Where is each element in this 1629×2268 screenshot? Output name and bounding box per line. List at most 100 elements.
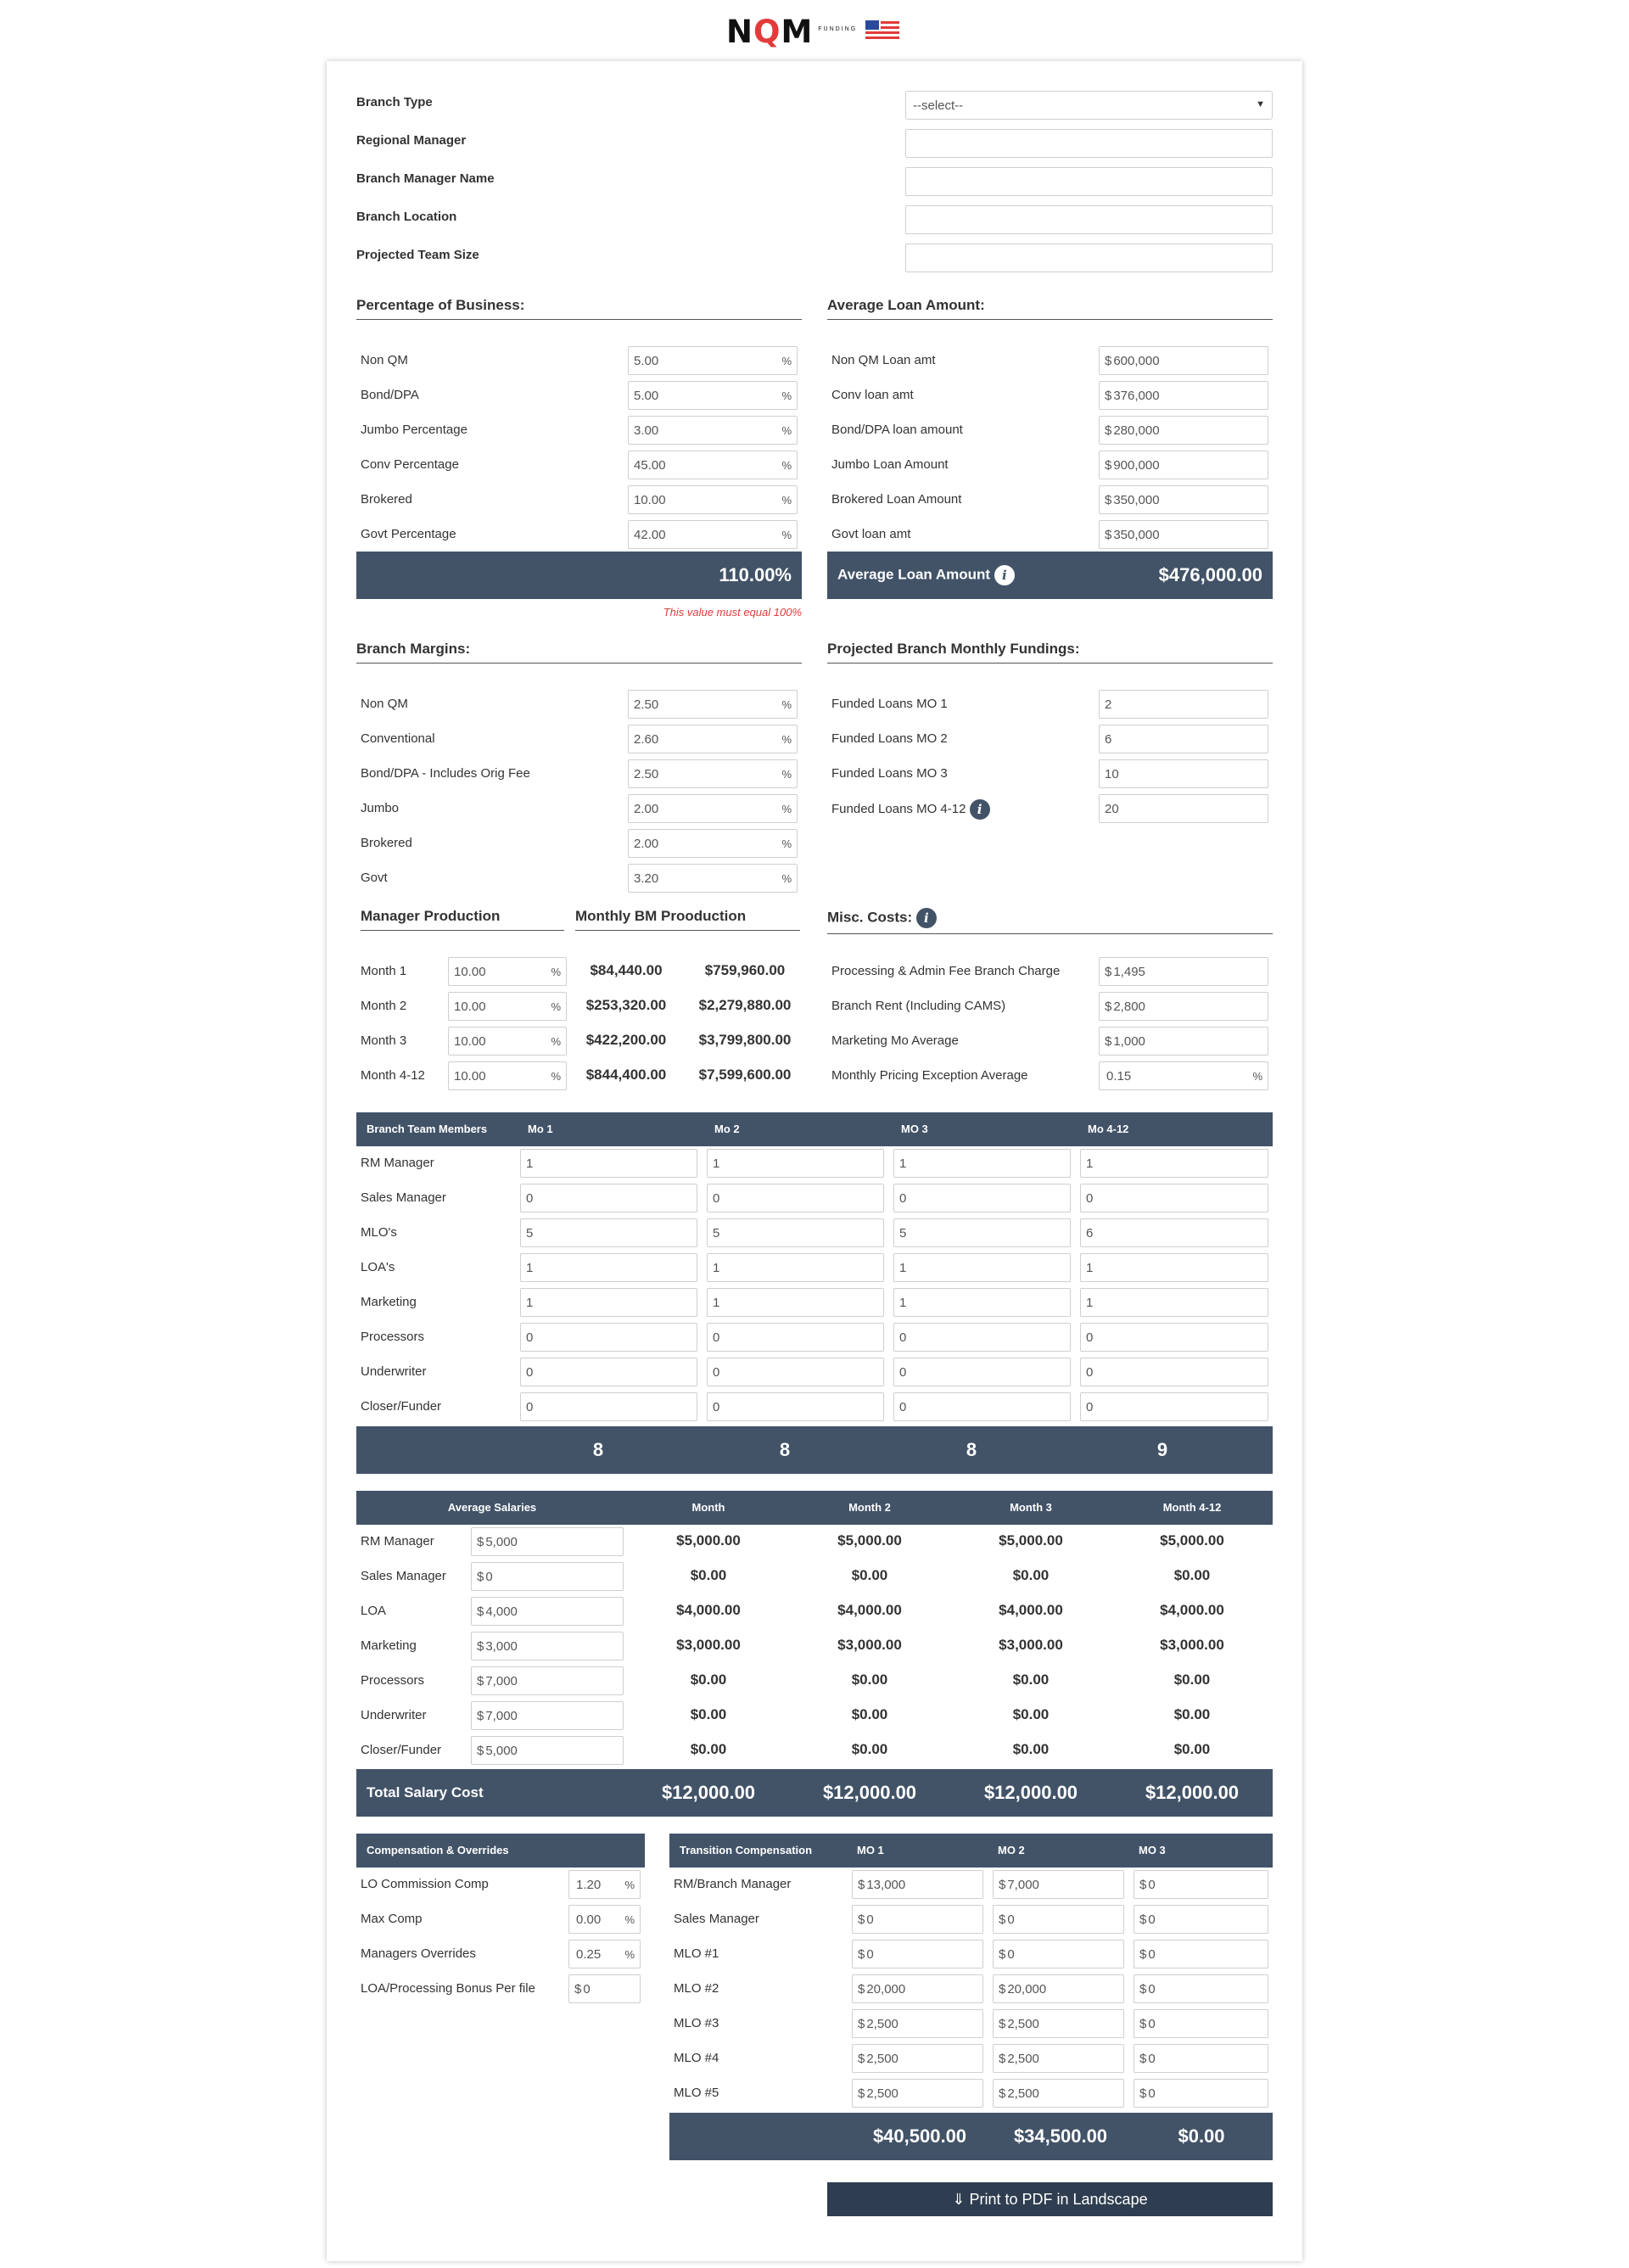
info-icon[interactable]: i bbox=[994, 565, 1015, 585]
transition-input[interactable]: $2,500 bbox=[993, 2009, 1124, 2038]
team-input[interactable]: 0 bbox=[1080, 1184, 1268, 1212]
team-input[interactable]: 1 bbox=[893, 1288, 1071, 1317]
salary-input[interactable]: $7,000 bbox=[471, 1666, 624, 1695]
loan-row-input[interactable]: $280,000 bbox=[1099, 416, 1268, 445]
info-icon[interactable]: i bbox=[915, 908, 937, 928]
team-input[interactable]: 1 bbox=[893, 1253, 1071, 1282]
team-input[interactable]: 0 bbox=[520, 1323, 697, 1352]
transition-input[interactable]: $2,500 bbox=[993, 2079, 1124, 2108]
loan-row-input[interactable]: $600,000 bbox=[1099, 346, 1268, 375]
team-input[interactable]: 0 bbox=[1080, 1358, 1268, 1386]
mgr-prod-input[interactable]: 10.00% bbox=[448, 1061, 567, 1090]
comp-input[interactable]: 1.20% bbox=[568, 1870, 641, 1899]
team-input[interactable]: 0 bbox=[893, 1392, 1071, 1421]
team-input[interactable]: 5 bbox=[893, 1218, 1071, 1247]
transition-input[interactable]: $2,500 bbox=[852, 2009, 983, 2038]
team-input[interactable]: 1 bbox=[707, 1288, 884, 1317]
team-input[interactable]: 1 bbox=[1080, 1253, 1268, 1282]
projected-team-size-input[interactable] bbox=[905, 244, 1273, 272]
team-input[interactable]: 0 bbox=[1080, 1323, 1268, 1352]
comp-input[interactable]: 0.00% bbox=[568, 1905, 641, 1934]
margin-row-input[interactable]: 3.20% bbox=[628, 864, 798, 893]
comp-input[interactable]: $0 bbox=[568, 1974, 641, 2003]
team-input[interactable]: 1 bbox=[520, 1253, 697, 1282]
margin-row-input[interactable]: 2.50% bbox=[628, 759, 798, 788]
pct-row-input[interactable]: 3.00% bbox=[628, 416, 798, 445]
misc-row-input[interactable]: 0.15% bbox=[1099, 1061, 1268, 1090]
funding-row-input[interactable]: 20 bbox=[1099, 794, 1268, 823]
team-input[interactable]: 0 bbox=[520, 1184, 697, 1212]
team-input[interactable]: 1 bbox=[520, 1288, 697, 1317]
pct-row-input[interactable]: 5.00% bbox=[628, 381, 798, 410]
transition-input[interactable]: $0 bbox=[1134, 2009, 1268, 2038]
margin-row-input[interactable]: 2.00% bbox=[628, 829, 798, 858]
salary-input[interactable]: $3,000 bbox=[471, 1632, 624, 1660]
salary-input[interactable]: $4,000 bbox=[471, 1597, 624, 1626]
transition-input[interactable]: $0 bbox=[1134, 1974, 1268, 2003]
team-input[interactable]: 0 bbox=[707, 1392, 884, 1421]
team-input[interactable]: 0 bbox=[893, 1358, 1071, 1386]
team-input[interactable]: 0 bbox=[707, 1184, 884, 1212]
team-input[interactable]: 6 bbox=[1080, 1218, 1268, 1247]
salary-input[interactable]: $5,000 bbox=[471, 1736, 624, 1765]
transition-input[interactable]: $0 bbox=[852, 1905, 983, 1934]
team-input[interactable]: 0 bbox=[893, 1184, 1071, 1212]
transition-input[interactable]: $2,500 bbox=[852, 2079, 983, 2108]
loan-row-input[interactable]: $350,000 bbox=[1099, 520, 1268, 549]
loan-row-input[interactable]: $900,000 bbox=[1099, 451, 1268, 479]
mgr-prod-input[interactable]: 10.00% bbox=[448, 992, 567, 1021]
team-input[interactable]: 0 bbox=[520, 1358, 697, 1386]
team-input[interactable]: 1 bbox=[1080, 1288, 1268, 1317]
team-input[interactable]: 0 bbox=[1080, 1392, 1268, 1421]
transition-input[interactable]: $0 bbox=[1134, 2079, 1268, 2108]
margin-row-input[interactable]: 2.50% bbox=[628, 690, 798, 719]
salary-input[interactable]: $5,000 bbox=[471, 1527, 624, 1556]
regional-manager-input[interactable] bbox=[905, 129, 1273, 158]
funding-row-input[interactable]: 10 bbox=[1099, 759, 1268, 788]
team-input[interactable]: 0 bbox=[893, 1323, 1071, 1352]
comp-input[interactable]: 0.25% bbox=[568, 1940, 641, 1968]
branch-location-input[interactable] bbox=[905, 205, 1273, 234]
transition-input[interactable]: $20,000 bbox=[852, 1974, 983, 2003]
funding-row-input[interactable]: 6 bbox=[1099, 725, 1268, 753]
transition-input[interactable]: $2,500 bbox=[993, 2044, 1124, 2073]
misc-row-input[interactable]: $1,000 bbox=[1099, 1027, 1268, 1056]
team-input[interactable]: 1 bbox=[1080, 1149, 1268, 1178]
pct-row-input[interactable]: 42.00% bbox=[628, 520, 798, 549]
team-input[interactable]: 1 bbox=[893, 1149, 1071, 1178]
transition-input[interactable]: $0 bbox=[993, 1905, 1124, 1934]
transition-input[interactable]: $13,000 bbox=[852, 1870, 983, 1899]
team-input[interactable]: 0 bbox=[707, 1323, 884, 1352]
margin-row-input[interactable]: 2.60% bbox=[628, 725, 798, 753]
misc-row-input[interactable]: $1,495 bbox=[1099, 957, 1268, 986]
salary-input[interactable]: $7,000 bbox=[471, 1701, 624, 1730]
info-icon[interactable]: i bbox=[969, 799, 990, 820]
transition-input[interactable]: $0 bbox=[1134, 2044, 1268, 2073]
team-input[interactable]: 5 bbox=[707, 1218, 884, 1247]
team-input[interactable]: 1 bbox=[707, 1149, 884, 1178]
transition-input[interactable]: $2,500 bbox=[852, 2044, 983, 2073]
team-input[interactable]: 1 bbox=[520, 1149, 697, 1178]
transition-input[interactable]: $7,000 bbox=[993, 1870, 1124, 1899]
branch-type-select[interactable]: --select-- ▼ bbox=[905, 91, 1273, 120]
branch-manager-name-input[interactable] bbox=[905, 167, 1273, 196]
transition-input[interactable]: $0 bbox=[1134, 1940, 1268, 1968]
misc-row-input[interactable]: $2,800 bbox=[1099, 992, 1268, 1021]
mgr-prod-input[interactable]: 10.00% bbox=[448, 1027, 567, 1056]
transition-input[interactable]: $0 bbox=[1134, 1905, 1268, 1934]
salary-input[interactable]: $0 bbox=[471, 1562, 624, 1591]
transition-input[interactable]: $0 bbox=[993, 1940, 1124, 1968]
team-input[interactable]: 1 bbox=[707, 1253, 884, 1282]
print-pdf-button[interactable]: ⇓ Print to PDF in Landscape bbox=[827, 2182, 1273, 2216]
funding-row-input[interactable]: 2 bbox=[1099, 690, 1268, 719]
team-input[interactable]: 5 bbox=[520, 1218, 697, 1247]
transition-input[interactable]: $20,000 bbox=[993, 1974, 1124, 2003]
team-input[interactable]: 0 bbox=[707, 1358, 884, 1386]
loan-row-input[interactable]: $350,000 bbox=[1099, 485, 1268, 514]
mgr-prod-input[interactable]: 10.00% bbox=[448, 957, 567, 986]
loan-row-input[interactable]: $376,000 bbox=[1099, 381, 1268, 410]
margin-row-input[interactable]: 2.00% bbox=[628, 794, 798, 823]
pct-row-input[interactable]: 10.00% bbox=[628, 485, 798, 514]
transition-input[interactable]: $0 bbox=[1134, 1870, 1268, 1899]
pct-row-input[interactable]: 45.00% bbox=[628, 451, 798, 479]
